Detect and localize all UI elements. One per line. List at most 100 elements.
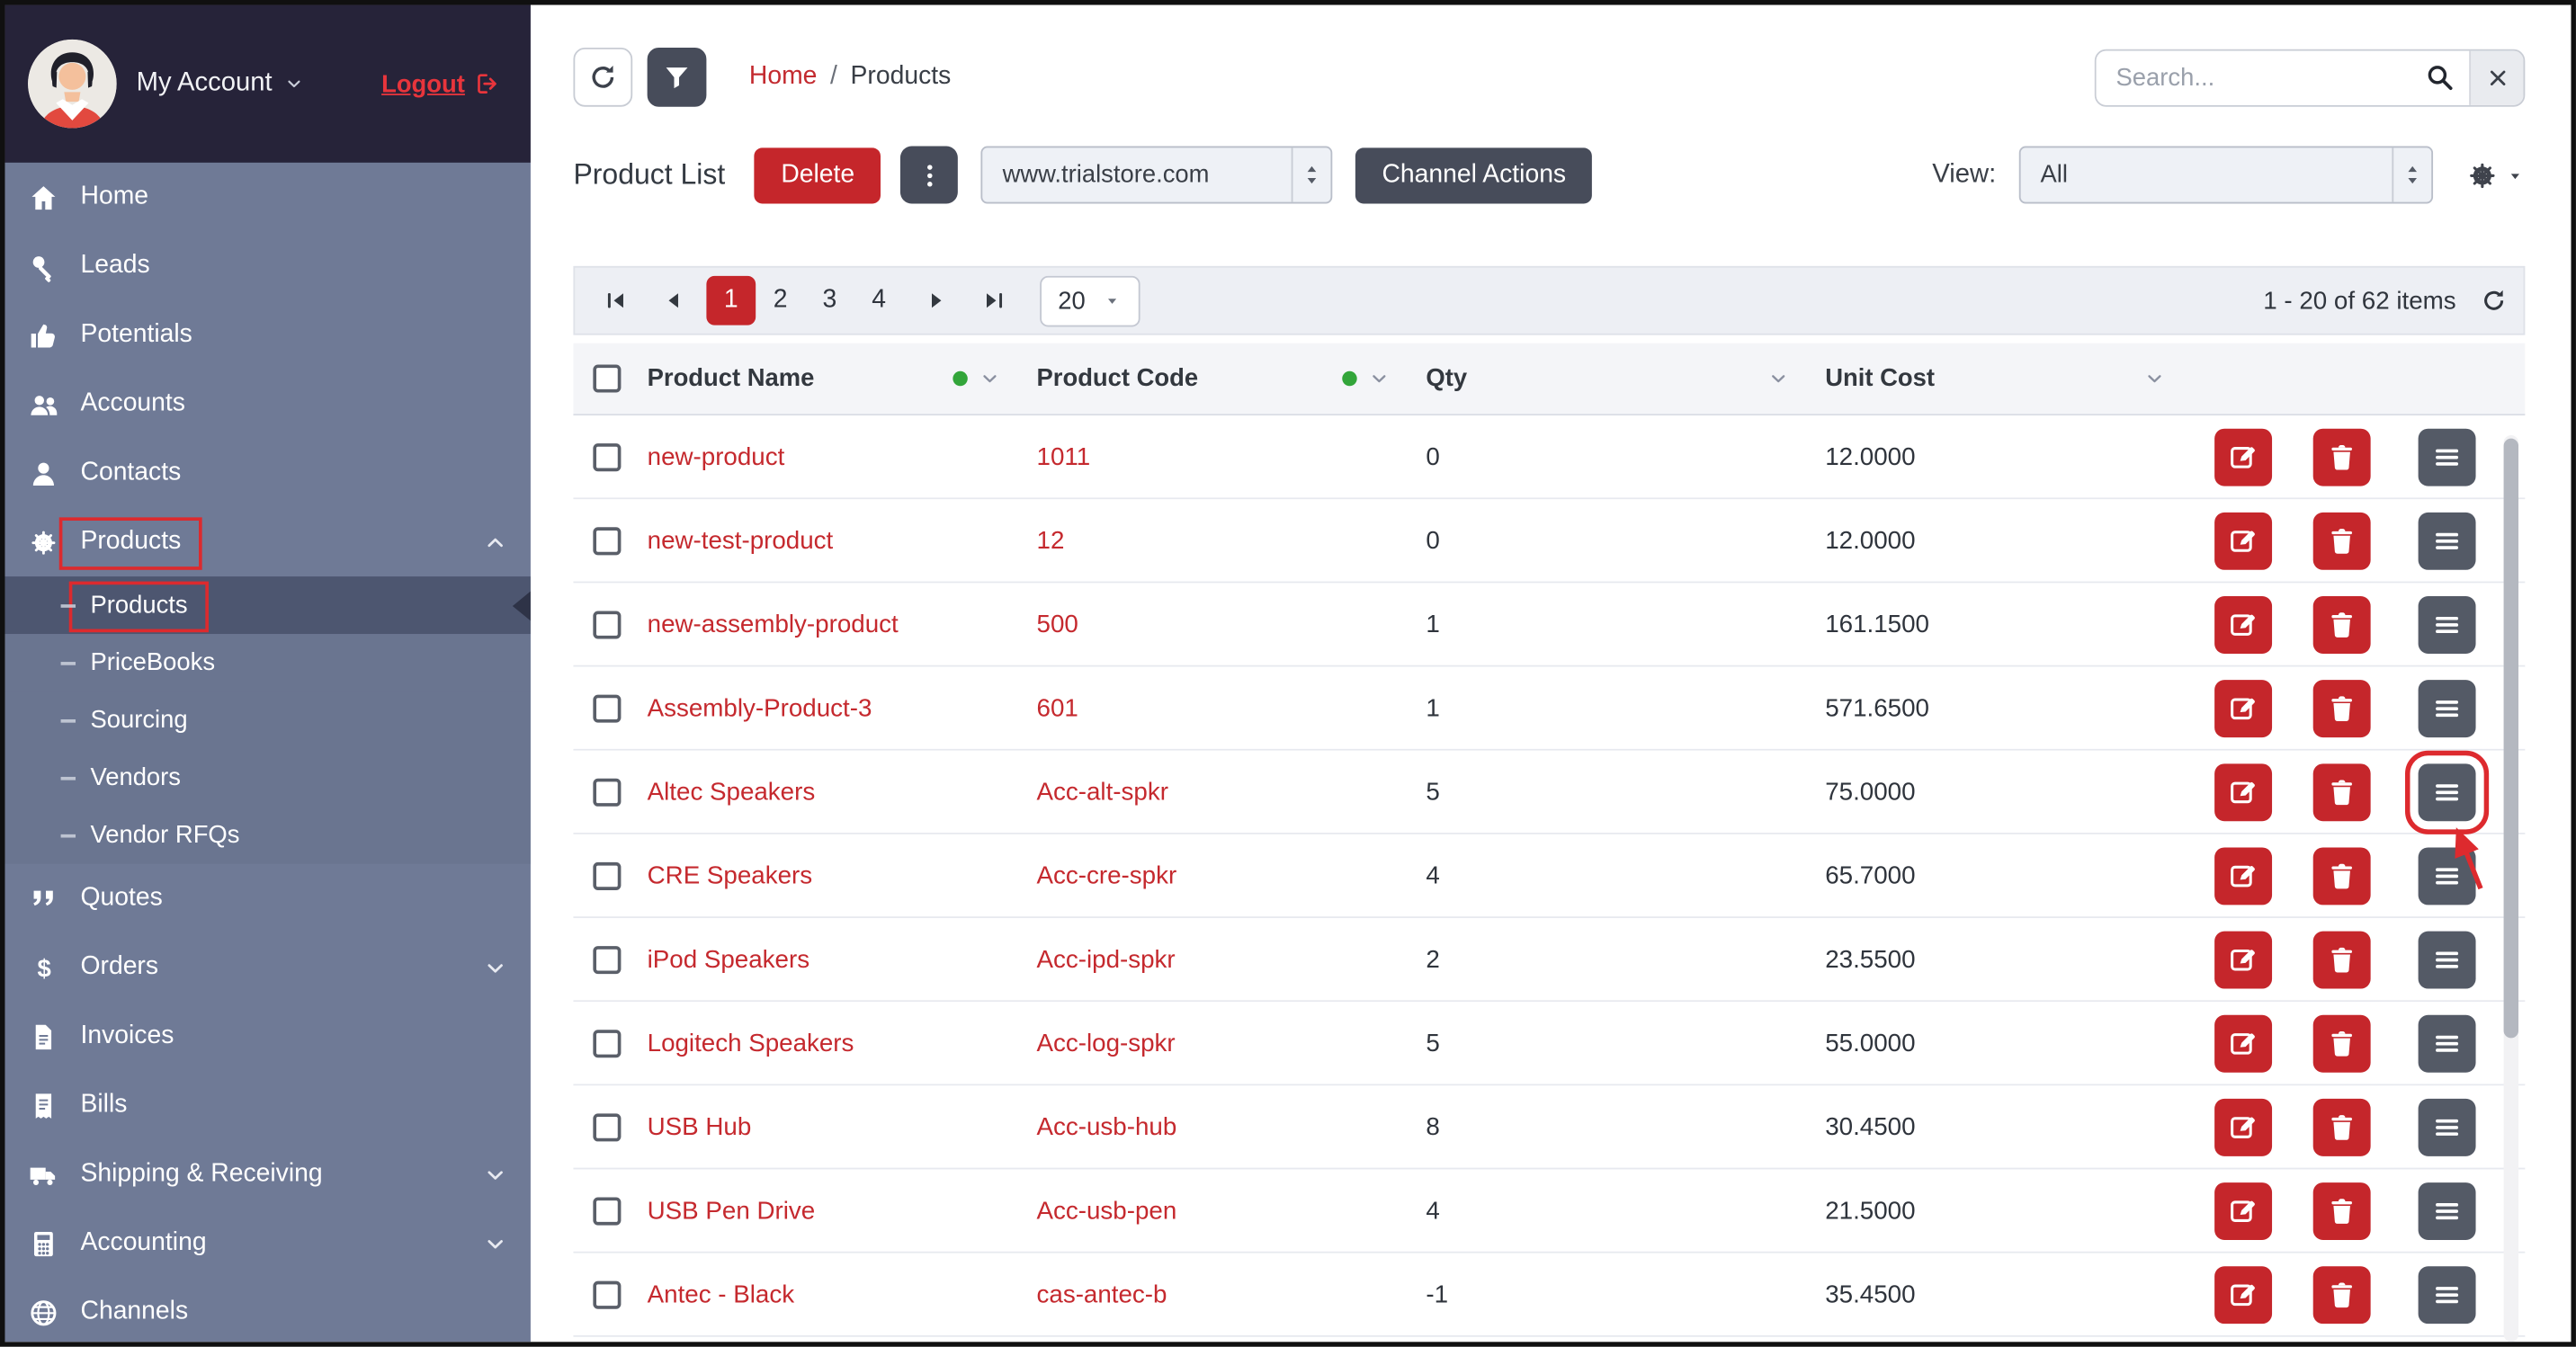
row-menu-button[interactable]: [2419, 847, 2476, 905]
sidebar-item-pricebooks-sub[interactable]: PriceBooks: [4, 634, 530, 691]
edit-button[interactable]: [2214, 1265, 2272, 1323]
refresh-list-button[interactable]: [2481, 288, 2507, 314]
product-code-link[interactable]: 500: [1037, 611, 1427, 638]
more-actions-button[interactable]: [900, 147, 958, 204]
sidebar-item-vendors-sub[interactable]: Vendors: [4, 749, 530, 807]
product-code-link[interactable]: 601: [1037, 694, 1427, 722]
delete-row-button[interactable]: [2313, 512, 2371, 569]
sidebar-item-products[interactable]: Products: [4, 507, 530, 576]
scrollbar-thumb[interactable]: [2504, 439, 2518, 1039]
filter-button[interactable]: [648, 48, 707, 107]
row-menu-button[interactable]: [2419, 1014, 2476, 1072]
product-name-link[interactable]: new-product: [648, 442, 1037, 470]
edit-button[interactable]: [2214, 595, 2272, 653]
pagination-page-4[interactable]: 4: [854, 276, 904, 326]
pagination-page-1[interactable]: 1: [706, 276, 756, 326]
product-code-link[interactable]: cas-antec-b: [1037, 1280, 1427, 1308]
product-name-link[interactable]: Altec Speakers: [648, 778, 1037, 806]
settings-gear-button[interactable]: [2466, 158, 2526, 192]
row-checkbox[interactable]: [593, 861, 621, 889]
store-select[interactable]: www.trialstore.com: [981, 147, 1333, 204]
edit-button[interactable]: [2214, 512, 2272, 569]
sidebar-item-orders[interactable]: $Orders: [4, 932, 530, 1002]
pagination-page-2[interactable]: 2: [756, 276, 805, 326]
sidebar-item-potentials[interactable]: Potentials: [4, 300, 530, 370]
delete-row-button[interactable]: [2313, 428, 2371, 486]
product-code-link[interactable]: Acc-cre-spkr: [1037, 861, 1427, 889]
product-code-link[interactable]: Acc-usb-hub: [1037, 1112, 1427, 1140]
row-checkbox[interactable]: [593, 778, 621, 806]
column-label[interactable]: Unit Cost: [1825, 364, 1935, 392]
pagination-page-3[interactable]: 3: [805, 276, 854, 326]
row-checkbox[interactable]: [593, 526, 621, 554]
breadcrumb-home-link[interactable]: Home: [749, 62, 818, 92]
prev-page-button[interactable]: [648, 276, 698, 326]
chevron-down-icon[interactable]: [1368, 368, 1390, 389]
search-input[interactable]: [2097, 50, 2411, 104]
product-code-link[interactable]: Acc-ipd-spkr: [1037, 945, 1427, 973]
product-code-link[interactable]: Acc-log-spkr: [1037, 1029, 1427, 1057]
delete-row-button[interactable]: [2313, 595, 2371, 653]
product-name-link[interactable]: Assembly-Product-3: [648, 694, 1037, 722]
sidebar-item-accounts[interactable]: Accounts: [4, 370, 530, 439]
row-checkbox[interactable]: [593, 1280, 621, 1308]
sidebar-item-contacts[interactable]: Contacts: [4, 439, 530, 508]
product-name-link[interactable]: iPod Speakers: [648, 945, 1037, 973]
row-menu-button[interactable]: [2419, 763, 2476, 820]
sidebar-item-leads[interactable]: Leads: [4, 232, 530, 301]
edit-button[interactable]: [2214, 679, 2272, 736]
row-checkbox[interactable]: [593, 442, 621, 470]
product-code-link[interactable]: 12: [1037, 526, 1427, 554]
delete-row-button[interactable]: [2313, 931, 2371, 988]
row-checkbox[interactable]: [593, 1112, 621, 1140]
channel-actions-button[interactable]: Channel Actions: [1355, 147, 1592, 202]
last-page-button[interactable]: [970, 276, 1019, 326]
sidebar-item-vendor-rfqs-sub[interactable]: Vendor RFQs: [4, 807, 530, 864]
edit-button[interactable]: [2214, 428, 2272, 486]
chevron-down-icon[interactable]: [979, 368, 1001, 389]
sidebar-item-quotes[interactable]: Quotes: [4, 864, 530, 933]
row-menu-button[interactable]: [2419, 428, 2476, 486]
search-button[interactable]: [2410, 50, 2469, 104]
delete-row-button[interactable]: [2313, 847, 2371, 905]
my-account-menu[interactable]: My Account: [137, 69, 304, 99]
refresh-button[interactable]: [573, 48, 632, 107]
product-name-link[interactable]: CRE Speakers: [648, 861, 1037, 889]
product-name-link[interactable]: USB Hub: [648, 1112, 1037, 1140]
page-size-select[interactable]: 20: [1040, 275, 1140, 326]
row-menu-button[interactable]: [2419, 1182, 2476, 1239]
row-menu-button[interactable]: [2419, 679, 2476, 736]
row-checkbox[interactable]: [593, 1197, 621, 1225]
row-checkbox[interactable]: [593, 611, 621, 638]
product-name-link[interactable]: Logitech Speakers: [648, 1029, 1037, 1057]
delete-row-button[interactable]: [2313, 679, 2371, 736]
row-menu-button[interactable]: [2419, 1098, 2476, 1155]
sidebar-item-home[interactable]: Home: [4, 163, 530, 232]
product-code-link[interactable]: 1011: [1037, 442, 1427, 470]
delete-row-button[interactable]: [2313, 1098, 2371, 1155]
product-code-link[interactable]: Acc-alt-spkr: [1037, 778, 1427, 806]
clear-search-button[interactable]: [2469, 50, 2523, 104]
column-label[interactable]: Product Name: [648, 364, 815, 392]
row-menu-button[interactable]: [2419, 595, 2476, 653]
first-page-button[interactable]: [592, 276, 641, 326]
sidebar-item-sourcing-sub[interactable]: Sourcing: [4, 691, 530, 749]
product-code-link[interactable]: Acc-usb-pen: [1037, 1197, 1427, 1225]
column-label[interactable]: Product Code: [1037, 364, 1199, 392]
column-label[interactable]: Qty: [1426, 364, 1467, 392]
edit-button[interactable]: [2214, 1014, 2272, 1072]
chevron-down-icon[interactable]: [1767, 368, 1789, 389]
sidebar-item-invoices[interactable]: Invoices: [4, 1002, 530, 1071]
edit-button[interactable]: [2214, 1182, 2272, 1239]
delete-row-button[interactable]: [2313, 1182, 2371, 1239]
next-page-button[interactable]: [912, 276, 962, 326]
logout-link[interactable]: Logout: [381, 70, 501, 98]
edit-button[interactable]: [2214, 1098, 2272, 1155]
product-name-link[interactable]: USB Pen Drive: [648, 1197, 1037, 1225]
sidebar-item-accounting[interactable]: Accounting: [4, 1209, 530, 1278]
delete-row-button[interactable]: [2313, 763, 2371, 820]
row-checkbox[interactable]: [593, 694, 621, 722]
sidebar-item-bills[interactable]: Bills: [4, 1071, 530, 1140]
sidebar-item-products-sub[interactable]: Products: [4, 576, 530, 634]
vertical-scrollbar[interactable]: [2504, 435, 2518, 1342]
